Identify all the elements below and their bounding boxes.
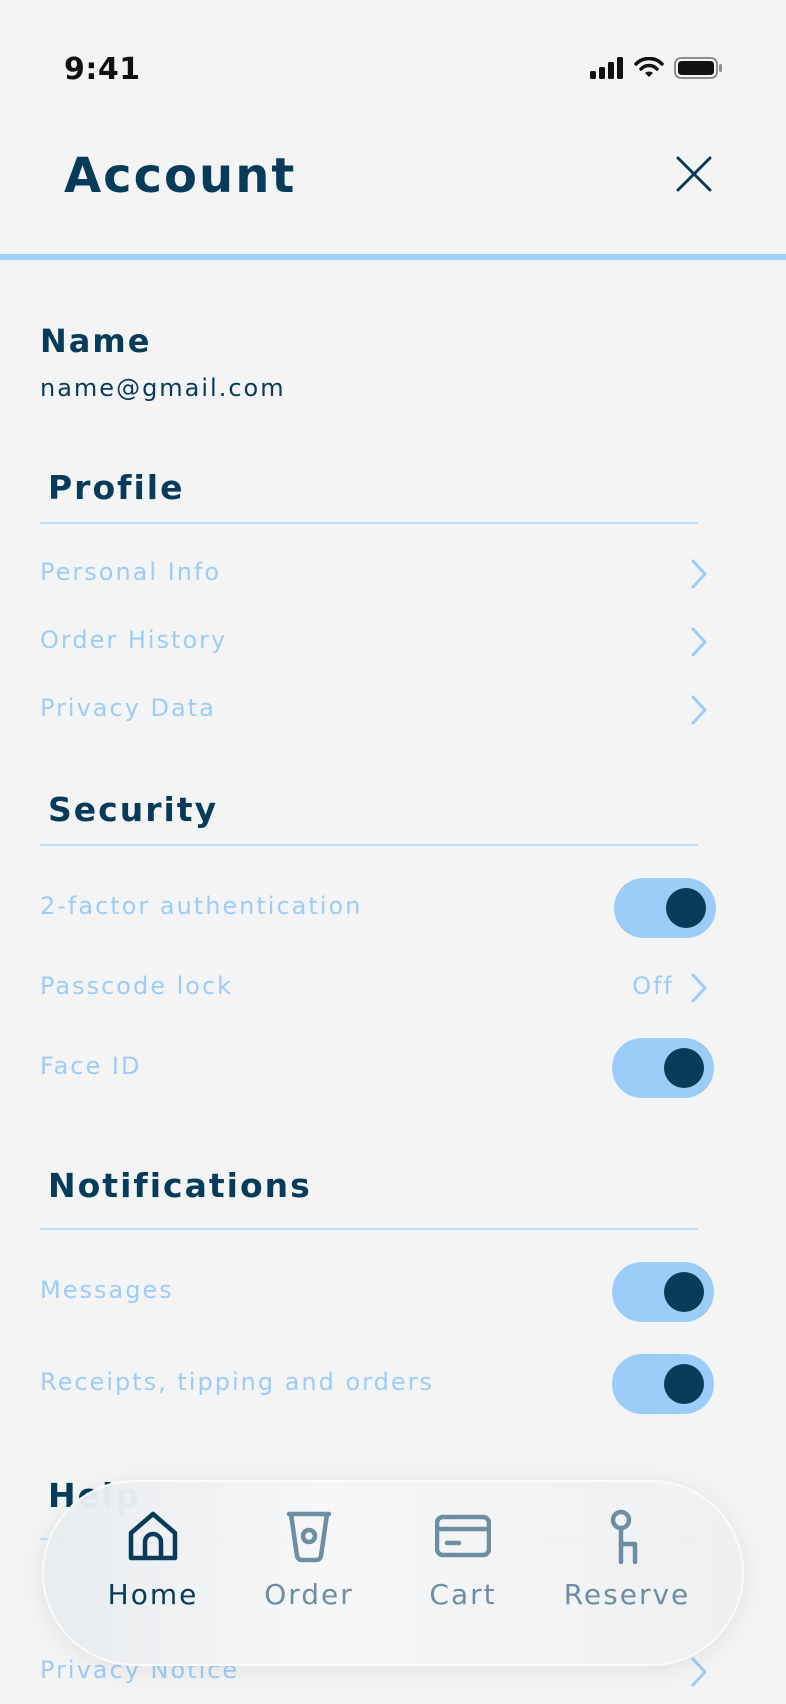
status-bar: 9:41: [0, 0, 786, 110]
toggle-knob: [666, 888, 706, 928]
nav-label: Reserve: [563, 1578, 691, 1611]
row-messages: Messages: [40, 1262, 720, 1322]
section-title-notifications: Notifications: [48, 1166, 312, 1205]
toggle-knob: [664, 1048, 704, 1088]
section-divider: [40, 844, 698, 846]
passcode-lock-value: Off: [632, 972, 674, 1000]
row-label: Privacy Data: [40, 694, 216, 722]
messages-toggle[interactable]: [612, 1262, 714, 1322]
section-divider: [40, 1228, 698, 1230]
section-title-security: Security: [48, 790, 219, 829]
battery-icon: [674, 57, 722, 79]
nav-cart[interactable]: Cart: [388, 1508, 538, 1638]
chevron-right-icon: [691, 627, 707, 657]
chevron-right-icon: [691, 973, 707, 1003]
card-icon: [435, 1514, 491, 1558]
status-icons: [590, 56, 724, 80]
close-button[interactable]: [672, 152, 716, 196]
toggle-knob: [664, 1364, 704, 1404]
row-receipts-tipping-orders: Receipts, tipping and orders: [40, 1354, 720, 1414]
row-label: Order History: [40, 626, 228, 654]
cellular-signal-icon: [590, 57, 623, 79]
page-title: Account: [64, 148, 297, 204]
chair-icon: [610, 1509, 638, 1564]
home-icon: [128, 1511, 178, 1561]
row-label: Receipts, tipping and orders: [40, 1368, 434, 1396]
header-divider: [0, 254, 786, 260]
row-privacy-data[interactable]: Privacy Data: [40, 682, 720, 738]
status-time: 9:41: [64, 52, 141, 87]
nav-label: Order: [264, 1578, 354, 1611]
nav-home[interactable]: Home: [78, 1508, 228, 1638]
user-name: Name: [40, 322, 152, 360]
row-two-factor-auth: 2-factor authentication: [40, 878, 720, 938]
section-divider: [40, 522, 698, 524]
row-passcode-lock[interactable]: Passcode lock Off: [40, 960, 720, 1016]
toggle-knob: [664, 1272, 704, 1312]
bottom-navigation: Home Order Cart Reserve: [42, 1480, 744, 1666]
row-face-id: Face ID: [40, 1038, 720, 1098]
chevron-right-icon: [691, 695, 707, 725]
row-order-history[interactable]: Order History: [40, 614, 720, 670]
section-title-profile: Profile: [48, 468, 185, 507]
nav-label: Cart: [429, 1578, 497, 1611]
header: Account: [0, 110, 786, 260]
row-label: Personal Info: [40, 558, 222, 586]
row-label: Face ID: [40, 1052, 142, 1080]
row-label: 2-factor authentication: [40, 892, 363, 920]
nav-reserve[interactable]: Reserve: [552, 1508, 702, 1638]
two-factor-toggle[interactable]: [614, 878, 716, 938]
nav-label: Home: [107, 1578, 199, 1611]
chevron-right-icon: [691, 1657, 707, 1687]
wifi-icon: [634, 57, 664, 77]
receipts-toggle[interactable]: [612, 1354, 714, 1414]
chevron-right-icon: [691, 559, 707, 589]
cup-icon: [286, 1511, 332, 1563]
row-label: Passcode lock: [40, 972, 234, 1000]
row-label: Messages: [40, 1276, 174, 1304]
user-email: name@gmail.com: [40, 374, 286, 402]
close-icon: [676, 156, 712, 192]
nav-order[interactable]: Order: [234, 1508, 384, 1638]
face-id-toggle[interactable]: [612, 1038, 714, 1098]
row-personal-info[interactable]: Personal Info: [40, 546, 720, 602]
